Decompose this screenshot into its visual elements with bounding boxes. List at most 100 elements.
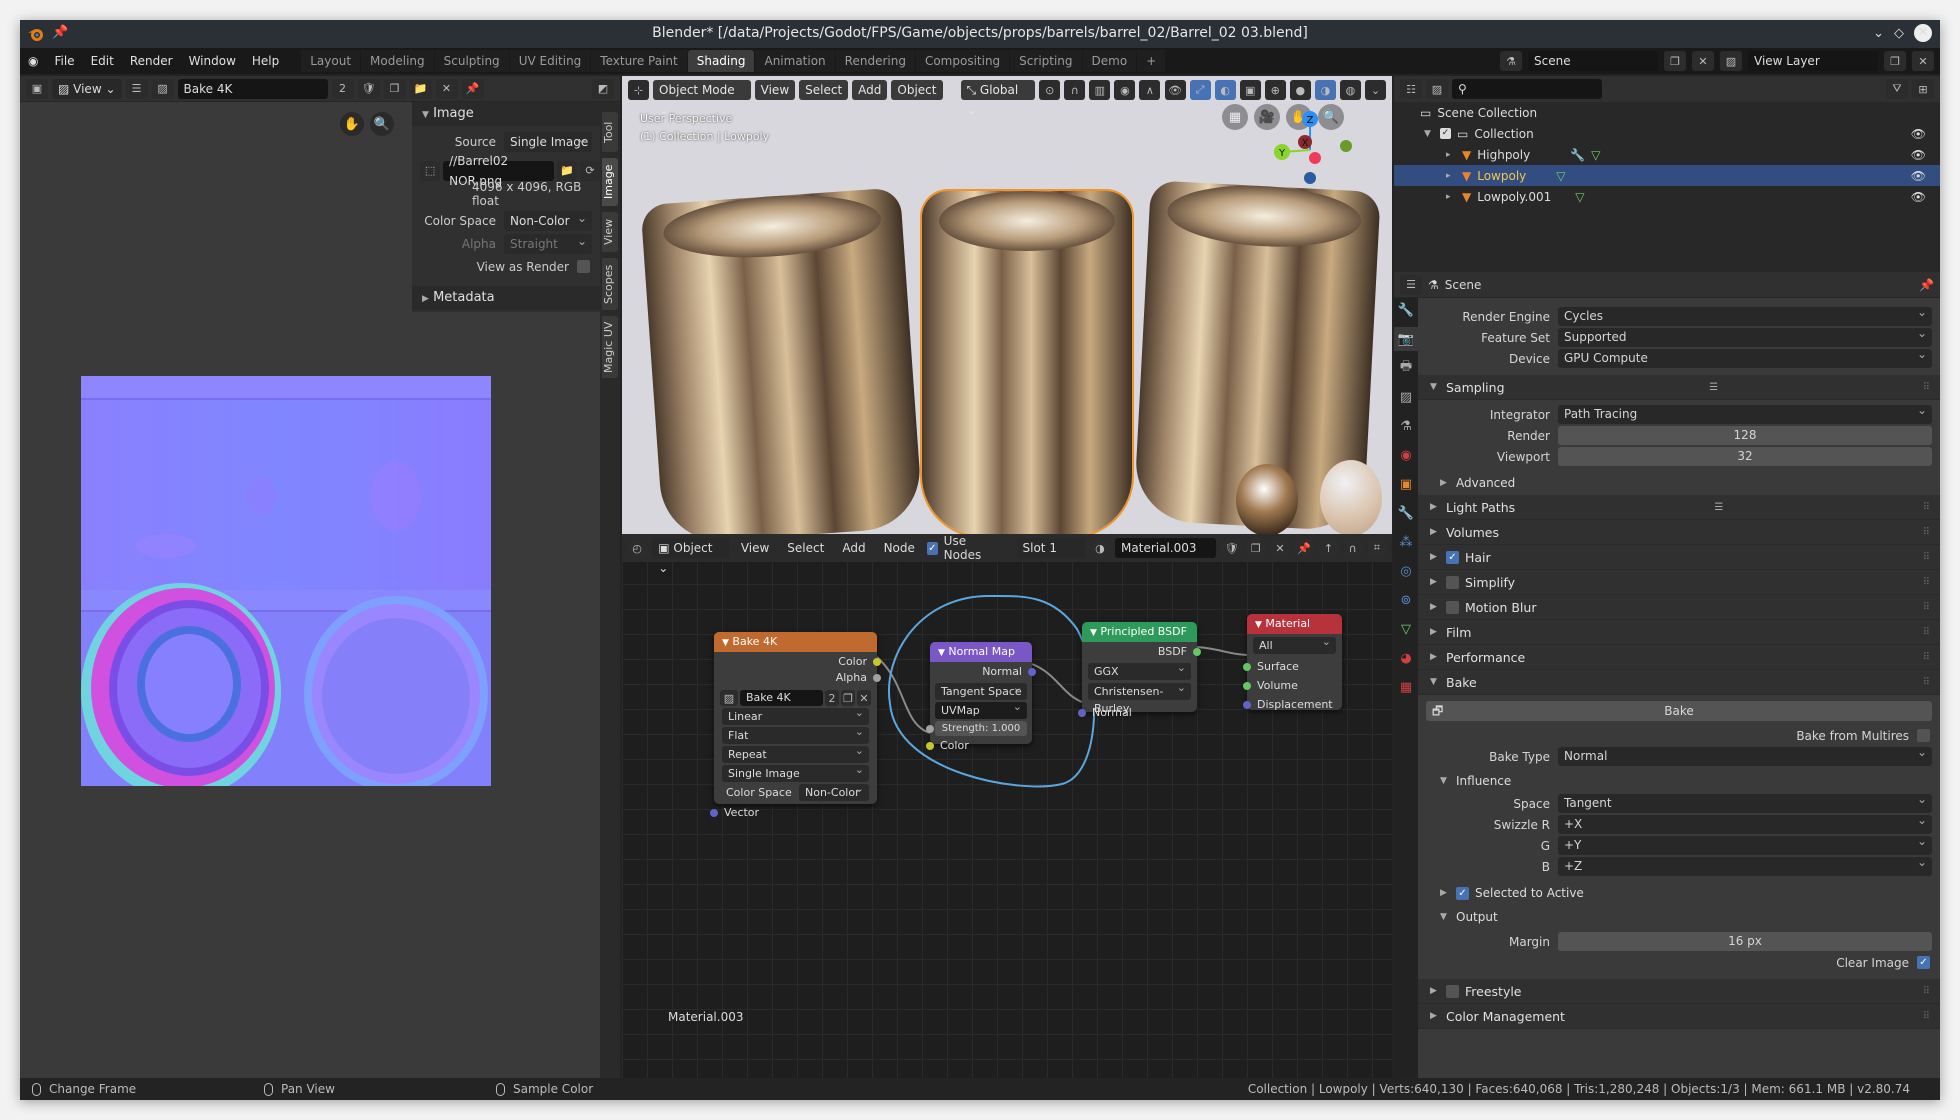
output-target-dropdown[interactable]: All <box>1253 633 1336 654</box>
panel-color-management[interactable]: ▶ Color Management ⠿ <box>1418 1004 1940 1029</box>
image-source-dropdown[interactable]: Single Image <box>722 761 869 782</box>
clear-image-checkbox[interactable]: ✓ <box>1917 956 1930 969</box>
socket-displacement-input[interactable] <box>1243 701 1251 709</box>
shading-options-icon[interactable]: ⌄ <box>1364 80 1386 100</box>
reload-icon[interactable]: ⟳ <box>579 160 601 181</box>
open-image-icon[interactable]: 📁 <box>409 78 432 99</box>
mesh-data-icon[interactable]: ▽ <box>1591 148 1600 162</box>
eye-icon[interactable]: 👁 <box>1911 169 1926 183</box>
panel-metadata-header[interactable]: ▶ Metadata <box>412 286 600 310</box>
gizmo-x-positive[interactable] <box>1309 152 1321 164</box>
node-image-browse-icon[interactable]: ▨ <box>720 690 738 706</box>
normal-map-image[interactable] <box>81 376 491 786</box>
tab-layout[interactable]: Layout <box>301 50 361 72</box>
3d-viewport[interactable]: ⊹ Object Mode ⌄ View Select Add Object ⤡… <box>622 76 1392 534</box>
tab-scene-icon[interactable]: ⚗ <box>1394 414 1418 438</box>
simplify-checkbox[interactable] <box>1446 575 1459 589</box>
mesh-data-icon[interactable]: ▽ <box>1575 190 1584 204</box>
scene-icon[interactable]: ⚗ <box>1500 51 1522 71</box>
swizzle-g-dropdown[interactable]: +Y <box>1558 832 1932 855</box>
outliner-item-highpoly[interactable]: ▸ ▼ Highpoly 🔧 ▽ 👁 <box>1394 144 1940 165</box>
new-view-layer-icon[interactable]: ❐ <box>1884 51 1906 71</box>
panel-light-paths[interactable]: ▶ Light Paths ☰ ⠿ <box>1418 495 1940 520</box>
subpanel-advanced[interactable]: ▶ Advanced <box>1418 471 1940 495</box>
uv-map-field[interactable]: UVMap <box>935 698 1027 719</box>
extension-dropdown[interactable]: Repeat <box>722 742 869 763</box>
node-normal-map[interactable]: ▼ Normal Map Normal Tangent Space UVMap … <box>926 642 1036 752</box>
menu-hamburger-icon[interactable]: ☰ <box>125 78 148 99</box>
shading-material-icon[interactable]: ◑ <box>1314 80 1336 100</box>
socket-normal-input[interactable] <box>1078 709 1086 717</box>
drag-handle[interactable]: ⠿ <box>1923 520 1930 545</box>
sidebar-tab-tool[interactable]: Tool <box>602 112 618 152</box>
add-workspace-button[interactable]: + <box>1137 50 1166 72</box>
projection-dropdown[interactable]: Flat <box>722 723 869 744</box>
sidebar-tab-view[interactable]: View <box>602 212 618 252</box>
browse-file-icon[interactable]: 📁 <box>556 160 577 181</box>
node-material-output[interactable]: ▼ Material Output All Surface Volume Dis… <box>1243 614 1342 711</box>
drag-handle[interactable]: ⠿ <box>1923 545 1930 570</box>
navigation-gizmo[interactable]: Z Y X <box>1270 106 1360 196</box>
new-collection-icon[interactable]: ⊞ <box>1912 79 1934 99</box>
device-dropdown[interactable]: GPU Compute <box>1558 345 1932 368</box>
tab-tool-icon[interactable]: 🔧 <box>1394 298 1418 322</box>
panel-volumes[interactable]: ▶ Volumes ⠿ <box>1418 520 1940 545</box>
viewport-samples-field[interactable]: 32 <box>1558 447 1932 466</box>
alpha-dropdown[interactable]: Straight <box>504 231 592 254</box>
xray-icon[interactable]: ▣ <box>1239 80 1261 100</box>
viewport-menu-object[interactable]: Object <box>891 80 943 100</box>
browse-image-icon[interactable]: ▨ <box>151 78 174 99</box>
panel-film[interactable]: ▶ Film ⠿ <box>1418 620 1940 645</box>
shading-solid-icon[interactable]: ● <box>1289 80 1311 100</box>
node-color-space-dropdown[interactable]: Non-Color <box>799 780 869 801</box>
image-name-field[interactable]: Bake 4K <box>177 78 328 99</box>
bake-button[interactable]: 🗗 Bake <box>1426 701 1932 721</box>
menu-help[interactable]: Help <box>244 54 287 68</box>
socket-surface-input[interactable] <box>1243 663 1251 671</box>
panel-freestyle[interactable]: ▶ Freestyle ⠿ <box>1418 979 1940 1004</box>
drag-handle[interactable]: ⠿ <box>1923 375 1930 400</box>
maximize-icon[interactable]: ◇ <box>1894 26 1904 41</box>
tab-modifiers-icon[interactable]: 🔧 <box>1394 501 1418 525</box>
distribution-dropdown[interactable]: GGX <box>1088 659 1191 680</box>
view-layer-selector[interactable]: View Layer <box>1748 51 1878 71</box>
eye-icon[interactable]: 👁 <box>1911 127 1926 141</box>
viewport-menu-select[interactable]: Select <box>799 80 849 100</box>
tab-sculpting[interactable]: Sculpting <box>434 50 509 72</box>
gizmo-y-negative[interactable] <box>1340 140 1352 152</box>
feature-set-dropdown[interactable]: Supported <box>1558 324 1932 347</box>
blender-menu-icon[interactable]: ◉ <box>20 54 46 68</box>
viewport-menu-add[interactable]: Add <box>852 80 888 100</box>
transform-orientation-dropdown[interactable]: ⤡ Global ⌄ <box>960 80 1036 117</box>
selected-to-active-checkbox[interactable]: ✓ <box>1456 886 1469 900</box>
tab-world-icon[interactable]: ◉ <box>1394 443 1418 467</box>
scene-selector[interactable]: Scene <box>1528 51 1658 71</box>
tab-modeling[interactable]: Modeling <box>361 50 434 72</box>
render-engine-dropdown[interactable]: Cycles <box>1558 303 1932 326</box>
unlink-image-icon[interactable]: ✕ <box>435 78 458 99</box>
menu-file[interactable]: File <box>46 54 82 68</box>
strength-slider[interactable]: Strength: 1.000 <box>926 721 1027 736</box>
drag-handle[interactable]: ⠿ <box>1923 1004 1930 1029</box>
node-image-new-icon[interactable]: ❐ <box>841 690 855 706</box>
color-space-dropdown[interactable]: Non-Color <box>504 208 592 231</box>
render-samples-field[interactable]: 128 <box>1558 426 1932 445</box>
socket-bsdf-output[interactable] <box>1193 648 1201 656</box>
drag-handle[interactable]: ⠿ <box>1923 570 1930 595</box>
sidebar-tab-scopes[interactable]: Scopes <box>602 258 618 310</box>
drag-handle[interactable]: ⠿ <box>1923 645 1930 670</box>
menu-edit[interactable]: Edit <box>83 54 122 68</box>
panel-image-header[interactable]: ▼ Image <box>412 102 600 126</box>
overlays-toggle-icon[interactable]: ◐ <box>1214 80 1236 100</box>
swizzle-b-dropdown[interactable]: +Z <box>1558 853 1932 876</box>
bake-type-dropdown[interactable]: Normal <box>1558 743 1932 766</box>
outliner-search-input[interactable]: ⚲ <box>1452 79 1602 99</box>
snap-target-icon[interactable]: ▥ <box>1089 80 1111 100</box>
tab-texture-paint[interactable]: Texture Paint <box>591 50 687 72</box>
display-mode-icon[interactable]: ▨ <box>1426 79 1448 99</box>
pan-hand-icon[interactable]: ✋ <box>340 112 364 136</box>
panel-simplify[interactable]: ▶ Simplify ⠿ <box>1418 570 1940 595</box>
editor-type-icon[interactable]: ▣ <box>26 78 48 99</box>
menu-render[interactable]: Render <box>122 54 181 68</box>
tab-output-icon[interactable]: 🖶 <box>1394 356 1418 380</box>
